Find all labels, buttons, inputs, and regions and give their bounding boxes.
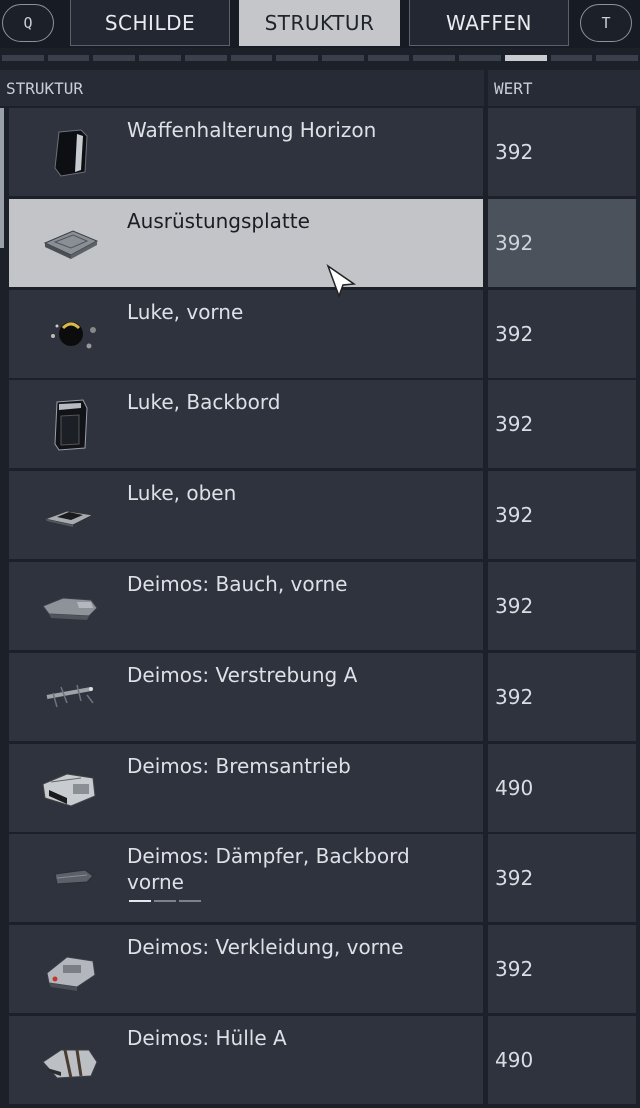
structure-name-cell[interactable]: Deimos: Verstrebung A [9, 652, 483, 741]
retro-thruster-icon [42, 773, 96, 807]
structure-name-cell[interactable]: Deimos: Verkleidung, vorne [9, 925, 483, 1014]
tab-schilde[interactable]: SCHILDE [70, 0, 230, 46]
structure-name-label: Waffenhalterung Horizon [127, 118, 377, 142]
structure-name-label: Luke, Backbord [127, 390, 281, 415]
column-header-wert[interactable]: WERT [488, 70, 640, 106]
scroll-indicator-dash [179, 900, 201, 903]
damper-icon [54, 869, 94, 885]
tab-struktur[interactable]: STRUKTUR [239, 0, 400, 46]
column-header-struktur[interactable]: STRUKTUR [0, 70, 484, 106]
mouse-cursor-icon [326, 264, 357, 298]
hatch-top-icon [43, 510, 95, 528]
subtab-indicator[interactable] [550, 55, 593, 61]
subtab-indicator[interactable] [184, 55, 227, 61]
structure-name-cell[interactable]: Waffenhalterung Horizon [9, 108, 483, 196]
table-row[interactable]: Luke, oben 392 [0, 471, 640, 560]
table-row[interactable]: Deimos: Verkleidung, vorne 392 [0, 925, 640, 1014]
structure-value-cell: 392 [488, 380, 636, 469]
subtab-indicator-strip [0, 55, 640, 63]
structure-value-cell: 392 [488, 108, 636, 196]
structure-value-cell: 392 [488, 925, 636, 1014]
structure-name-label: Deimos: Verstrebung A [127, 662, 358, 687]
subtab-indicator[interactable] [2, 55, 44, 61]
subtab-indicator[interactable] [367, 55, 410, 61]
structure-name-label: Deimos: Dämpfer, Backbord vorne [127, 844, 410, 895]
structure-name-label: Luke, oben [127, 481, 237, 506]
subtab-indicator[interactable] [596, 55, 638, 61]
hatch-port-icon [54, 399, 88, 451]
subtab-indicator[interactable] [504, 55, 547, 61]
structure-name-label: Ausrüstungsplatte [127, 208, 310, 233]
table-row[interactable]: Deimos: Dämpfer, Backbord vorne 392 [0, 834, 640, 923]
scroll-indicator-dash [154, 900, 176, 903]
hatch-front-icon [51, 321, 96, 349]
table-header: STRUKTUR WERT [0, 70, 640, 106]
table-row[interactable]: Deimos: Hülle A 490 [0, 1016, 640, 1104]
subtab-indicator[interactable] [413, 55, 456, 61]
subtab-indicator[interactable] [322, 55, 364, 61]
structure-name-label: Deimos: Bauch, vorne [127, 572, 348, 596]
structure-name-cell[interactable]: Deimos: Bauch, vorne [9, 562, 483, 650]
hull-icon [42, 1049, 98, 1079]
structure-value-cell: 490 [488, 743, 636, 832]
structure-name-label: Deimos: Verkleidung, vorne [127, 935, 404, 960]
structure-name-cell[interactable]: Luke, vorne [9, 289, 483, 378]
tab-waffen[interactable]: WAFFEN [409, 0, 569, 46]
table-row[interactable]: Deimos: Verstrebung A 392 [0, 652, 640, 741]
structure-value-cell: 392 [488, 289, 636, 378]
subtab-indicator[interactable] [139, 55, 181, 61]
scroll-indicator-dash [129, 900, 151, 903]
subtab-indicator[interactable] [230, 55, 273, 61]
structure-value-cell: 392 [488, 652, 636, 741]
structure-value-cell: 392 [488, 834, 636, 923]
structure-name-cell[interactable]: Deimos: Hülle A [9, 1016, 483, 1104]
table-row[interactable]: Ausrüstungsplatte 392 [0, 198, 640, 287]
subtab-indicator[interactable] [47, 55, 90, 61]
structure-name-cell[interactable]: Ausrüstungsplatte [9, 198, 483, 287]
weapon-mount-icon [54, 129, 88, 177]
structure-value-cell: 392 [488, 198, 636, 287]
structure-value-cell: 490 [488, 1016, 636, 1104]
cowling-front-icon [46, 956, 96, 992]
structure-name-label: Luke, vorne [127, 299, 244, 324]
structure-name-label: Deimos: Bremsantrieb [127, 753, 351, 778]
subtab-indicator[interactable] [93, 55, 136, 61]
top-navigation-bar: Q SCHILDE STRUKTUR WAFFEN T [0, 0, 640, 48]
structure-name-cell[interactable]: Luke, oben [9, 471, 483, 560]
structure-value-cell: 392 [488, 471, 636, 560]
structure-name-cell[interactable]: Deimos: Bremsantrieb [9, 743, 483, 832]
strut-icon [46, 684, 94, 708]
belly-front-icon [42, 597, 98, 620]
subtab-indicator[interactable] [459, 55, 501, 61]
table-row[interactable]: Waffenhalterung Horizon 392 [0, 108, 640, 196]
subtab-indicator[interactable] [276, 55, 318, 61]
table-row[interactable]: Deimos: Bauch, vorne 392 [0, 562, 640, 650]
table-row[interactable]: Luke, Backbord 392 [0, 380, 640, 469]
next-category-key-button[interactable]: T [580, 4, 632, 42]
previous-category-key-button[interactable]: Q [2, 4, 54, 42]
equipment-plate-icon [43, 230, 99, 259]
structure-name-cell[interactable]: Deimos: Dämpfer, Backbord vorne [9, 834, 483, 923]
structure-name-cell[interactable]: Luke, Backbord [9, 380, 483, 469]
table-row[interactable]: Luke, vorne 392 [0, 289, 640, 378]
structure-value-cell: 392 [488, 562, 636, 650]
table-row[interactable]: Deimos: Bremsantrieb 490 [0, 743, 640, 832]
structure-name-label: Deimos: Hülle A [127, 1026, 287, 1050]
